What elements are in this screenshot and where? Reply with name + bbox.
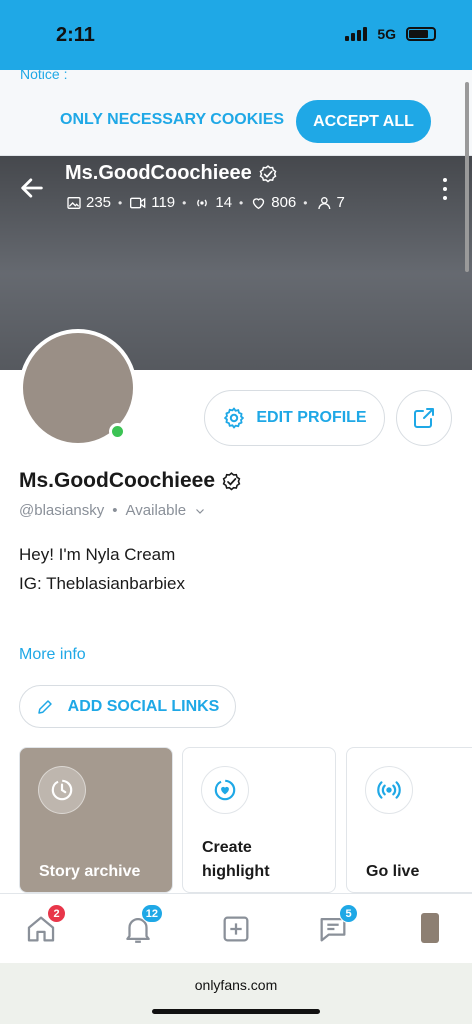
profile-name: Ms.GoodCoochieee	[19, 469, 242, 493]
scrollbar[interactable]	[465, 82, 469, 272]
go-live-card[interactable]: Go live	[346, 747, 472, 893]
live-stream-icon	[365, 766, 413, 814]
highlight-heart-icon	[201, 766, 249, 814]
accept-all-cookies-button[interactable]: ACCEPT ALL	[296, 100, 431, 143]
profile-header: Ms.GoodCoochieee 235 • 119 • 14 • 806 • …	[0, 156, 472, 220]
likes-stat: 806	[250, 194, 296, 211]
create-highlight-card[interactable]: Create highlight	[182, 747, 336, 893]
pencil-icon	[37, 699, 52, 714]
fans-count: 7	[336, 194, 345, 211]
photos-count: 235	[86, 194, 112, 211]
cookie-banner: Notice : ONLY NECESSARY COOKIES ACCEPT A…	[0, 66, 472, 156]
nav-new-post[interactable]	[219, 912, 253, 946]
status-indicators: 5G	[345, 26, 436, 42]
fans-stat: 7	[314, 194, 345, 211]
share-icon	[414, 408, 434, 428]
profile-bio: Hey! I'm Nyla Cream IG: Theblasianbarbie…	[19, 540, 449, 632]
story-archive-card[interactable]: Story archive	[19, 747, 173, 893]
likes-count: 806	[271, 194, 297, 211]
videos-stat: 119	[129, 194, 175, 211]
profile-handle: @blasiansky	[19, 502, 105, 519]
card-label: Go live	[366, 863, 420, 880]
fans-icon	[318, 196, 331, 209]
photos-stat: 235	[66, 194, 111, 211]
status-time: 2:11	[56, 24, 95, 46]
messages-badge: 5	[339, 904, 358, 923]
network-label: 5G	[377, 26, 396, 42]
profile-meta: @blasiansky • Available	[19, 502, 206, 519]
share-button[interactable]	[396, 390, 452, 446]
gear-icon	[224, 407, 245, 429]
streams-count: 14	[215, 194, 233, 211]
edit-profile-label: EDIT PROFILE	[256, 409, 367, 426]
video-icon	[130, 197, 146, 208]
online-status-indicator	[109, 423, 126, 440]
nav-profile-avatar[interactable]	[421, 913, 439, 943]
signal-icon	[345, 27, 368, 41]
more-options-icon[interactable]	[442, 178, 448, 200]
cookie-notice: Notice :	[20, 66, 68, 82]
header-stats: 235 • 119 • 14 • 806 • 7	[66, 194, 345, 211]
stream-icon	[197, 199, 208, 206]
photo-icon	[67, 196, 81, 209]
only-necessary-cookies-button[interactable]: ONLY NECESSARY COOKIES	[54, 100, 290, 140]
edit-profile-button[interactable]: EDIT PROFILE	[204, 390, 385, 446]
add-post-icon	[223, 916, 249, 942]
history-icon	[38, 766, 86, 814]
availability-status[interactable]: Available	[126, 502, 187, 519]
home-badge: 2	[47, 904, 66, 923]
bio-line: Hey! I'm Nyla Cream	[19, 545, 176, 564]
battery-icon	[406, 27, 436, 41]
bio-line: IG: Theblasianbarbiex	[19, 574, 186, 593]
browser-address-bar: onlyfans.com	[0, 963, 472, 1024]
heart-icon	[253, 197, 265, 209]
streams-stat: 14	[193, 194, 232, 211]
bottom-navigation: 2 12 5	[0, 893, 472, 963]
nav-notifications[interactable]: 12	[121, 904, 163, 946]
header-name: Ms.GoodCoochieee	[65, 162, 278, 185]
add-social-links-label: ADD SOCIAL LINKS	[67, 697, 220, 715]
notifications-badge: 12	[140, 904, 163, 923]
back-arrow-icon[interactable]	[18, 174, 46, 202]
add-social-links-button[interactable]: ADD SOCIAL LINKS	[19, 685, 236, 728]
verified-icon	[222, 471, 241, 490]
nav-messages[interactable]: 5	[316, 904, 358, 946]
card-label: Create highlight	[202, 839, 270, 880]
verified-icon	[259, 164, 277, 183]
home-indicator	[152, 1009, 320, 1014]
header-name-text: Ms.GoodCoochieee	[65, 162, 252, 184]
more-info-link[interactable]: More info	[19, 646, 86, 664]
status-bar: 2:11 5G	[0, 0, 472, 70]
nav-home[interactable]: 2	[24, 904, 66, 946]
browser-url[interactable]: onlyfans.com	[0, 977, 472, 993]
chevron-down-icon[interactable]	[194, 505, 206, 517]
videos-count: 119	[151, 194, 176, 211]
profile-name-text: Ms.GoodCoochieee	[19, 469, 216, 492]
card-label: Story archive	[39, 863, 141, 880]
